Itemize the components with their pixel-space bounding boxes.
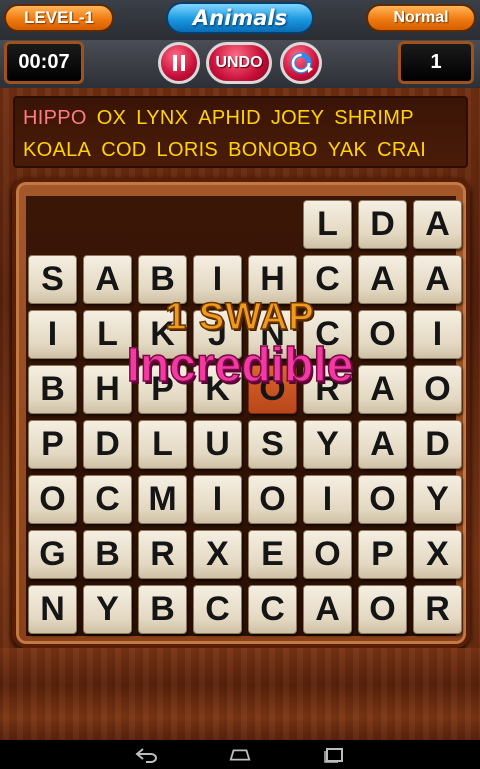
score-value: 1 — [430, 51, 442, 73]
letter-tile[interactable]: U — [193, 420, 242, 469]
word-cod: COD — [101, 138, 147, 161]
letter-tile[interactable]: X — [193, 530, 242, 579]
word-loris: LORIS — [156, 138, 219, 161]
word-list-panel: HIPPO OX LYNX APHID JOEY SHRIMP KOALA COD LORIS… — [13, 96, 468, 168]
letter-tile[interactable]: A — [413, 200, 462, 249]
word-list-row: HIPPO OX LYNX APHID JOEY SHRIMP — [15, 102, 466, 134]
letter-grid: LDASABIHCAAILKJNCOIBHPKORAOPDLUSYADOCMIO… — [26, 196, 462, 636]
letter-tile[interactable]: C — [193, 585, 242, 634]
letter-tile[interactable]: L — [138, 420, 187, 469]
rotate-button[interactable] — [280, 42, 322, 84]
letter-tile[interactable]: G — [28, 530, 77, 579]
difficulty-indicator: Normal — [366, 4, 476, 32]
top-bar: LEVEL-1 Animals Normal — [0, 0, 480, 41]
word-lynx: LYNX — [136, 106, 189, 129]
letter-tile[interactable]: D — [83, 420, 132, 469]
letter-tile[interactable]: C — [83, 475, 132, 524]
word-joey: JOEY — [270, 106, 325, 129]
letter-tile[interactable]: O — [248, 475, 297, 524]
difficulty-label: Normal — [393, 9, 449, 26]
letter-tile[interactable]: N — [28, 585, 77, 634]
word-aphid: APHID — [198, 106, 261, 129]
praise-banner: Incredible — [126, 338, 354, 393]
letter-tile[interactable]: Y — [413, 475, 462, 524]
word-yak: YAK — [327, 138, 368, 161]
level-label: LEVEL-1 — [24, 8, 94, 27]
letter-tile[interactable]: O — [358, 585, 407, 634]
recent-apps-icon — [324, 747, 343, 763]
category-title: Animals — [166, 2, 314, 34]
timer-display: 00:07 — [4, 41, 84, 84]
letter-tile[interactable]: O — [28, 475, 77, 524]
control-bar: 00:07 UNDO 1 — [0, 40, 480, 88]
letter-tile[interactable]: O — [303, 530, 352, 579]
letter-tile[interactable]: A — [303, 585, 352, 634]
letter-tile[interactable]: X — [413, 530, 462, 579]
letter-tile[interactable]: M — [138, 475, 187, 524]
letter-tile[interactable]: D — [358, 200, 407, 249]
word-crai: CRAI — [377, 138, 427, 161]
recent-apps-button[interactable] — [322, 745, 346, 765]
letter-tile[interactable]: R — [138, 530, 187, 579]
bottom-panel — [0, 648, 480, 740]
letter-tile[interactable]: D — [413, 420, 462, 469]
score-display: 1 — [398, 41, 474, 84]
pause-button[interactable] — [158, 42, 200, 84]
pause-icon — [173, 55, 185, 71]
letter-tile[interactable]: I — [303, 475, 352, 524]
undo-button[interactable]: UNDO — [206, 42, 272, 84]
home-button[interactable] — [228, 745, 252, 765]
word-list-row: KOALA COD LORIS BONOBO YAK CRAI — [15, 134, 466, 166]
letter-tile[interactable]: E — [248, 530, 297, 579]
letter-tile[interactable]: B — [138, 585, 187, 634]
word-hippo: HIPPO — [23, 106, 87, 129]
letter-tile[interactable]: I — [193, 475, 242, 524]
letter-tile[interactable]: P — [28, 420, 77, 469]
rotate-icon — [290, 52, 313, 74]
word-koala: KOALA — [23, 138, 92, 161]
word-shrimp: SHRIMP — [334, 106, 414, 129]
letter-tile[interactable]: C — [248, 585, 297, 634]
level-indicator: LEVEL-1 — [4, 4, 114, 32]
word-ox: OX — [96, 106, 127, 129]
timer-value: 00:07 — [18, 51, 70, 73]
letter-tile[interactable]: S — [248, 420, 297, 469]
letter-tile[interactable]: B — [83, 530, 132, 579]
swap-count-banner: 1 SWAP — [164, 295, 315, 339]
letter-tile[interactable]: P — [358, 530, 407, 579]
letter-tile[interactable]: L — [303, 200, 352, 249]
back-icon — [135, 747, 157, 763]
category-title-label: Animals — [192, 6, 288, 30]
letter-tile[interactable]: Y — [303, 420, 352, 469]
letter-tile[interactable]: R — [413, 585, 462, 634]
letter-tile[interactable]: A — [358, 420, 407, 469]
system-nav-bar — [0, 740, 480, 769]
game-screen: LEVEL-1 Animals Normal 00:07 UNDO 1 HIPP… — [0, 0, 480, 740]
word-bonobo: BONOBO — [228, 138, 318, 161]
home-icon — [229, 748, 251, 761]
letter-tile[interactable]: O — [358, 475, 407, 524]
letter-tile[interactable]: Y — [83, 585, 132, 634]
back-button[interactable] — [134, 745, 158, 765]
undo-label: UNDO — [215, 54, 263, 71]
